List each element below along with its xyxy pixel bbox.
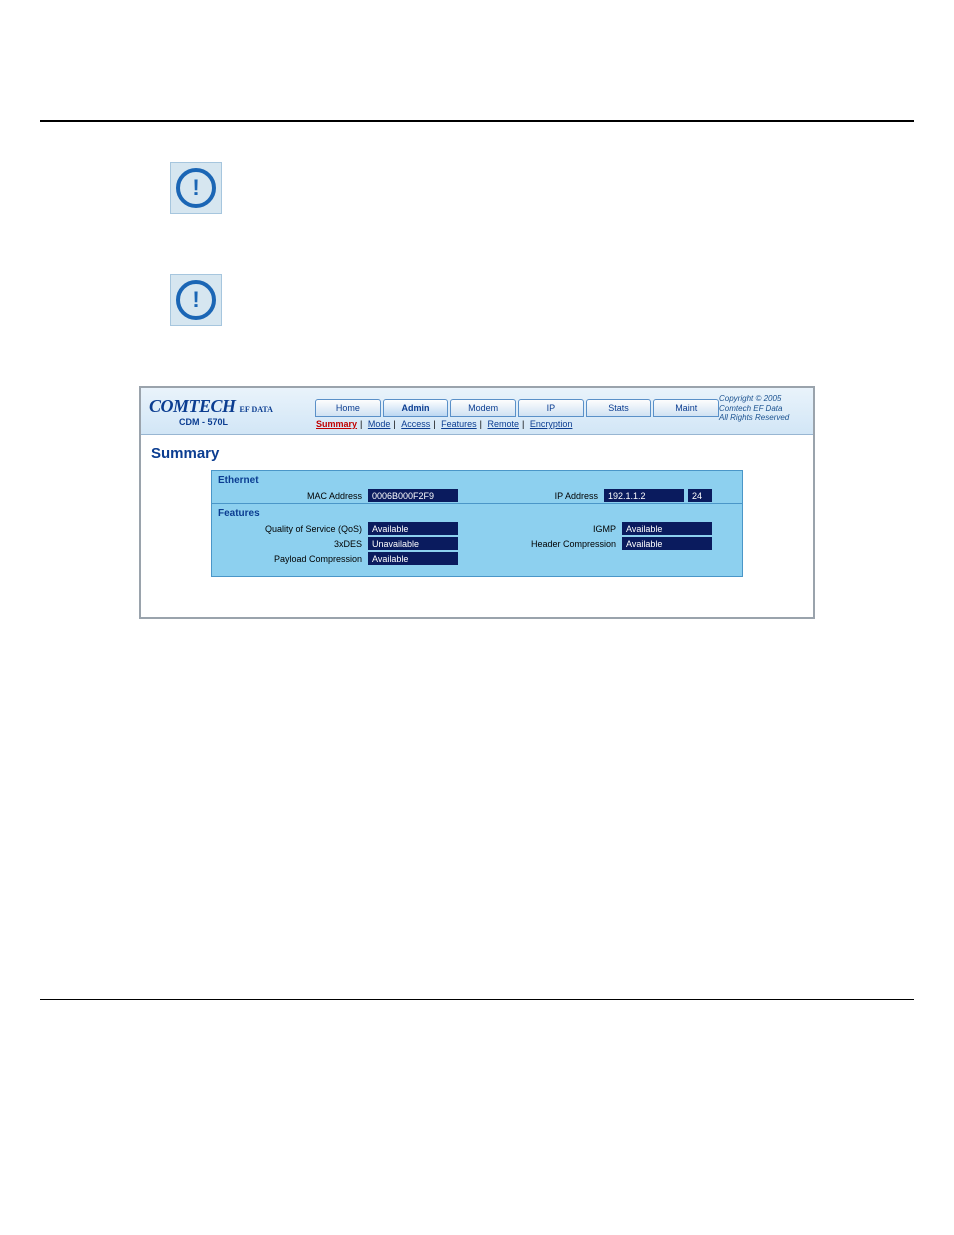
header-compression-value: Available: [622, 537, 712, 550]
main-tabs: Home Admin Modem IP Stats Maint: [309, 399, 719, 417]
subnav-summary[interactable]: Summary: [316, 419, 357, 429]
ip-mask-value: 24: [688, 489, 712, 502]
mac-address-label: MAC Address: [212, 491, 368, 501]
logo-subtext: EF DATA: [240, 405, 273, 414]
tab-modem[interactable]: Modem: [450, 399, 516, 417]
3xdes-label: 3xDES: [212, 539, 368, 549]
notice-1: !: [40, 162, 914, 214]
tab-stats[interactable]: Stats: [586, 399, 652, 417]
tab-home[interactable]: Home: [315, 399, 381, 417]
3xdes-value: Unavailable: [368, 537, 458, 550]
payload-compression-label: Payload Compression: [212, 554, 368, 564]
mac-address-value: 0006B000F2F9: [368, 489, 458, 502]
alert-icon: !: [170, 162, 222, 214]
tab-maint[interactable]: Maint: [653, 399, 719, 417]
logo-text: COMTECH EF DATA: [149, 396, 273, 417]
tab-ip[interactable]: IP: [518, 399, 584, 417]
header-compression-label: Header Compression: [506, 539, 622, 549]
logo-block: COMTECH EF DATA CDM - 570L: [141, 388, 309, 434]
alert-icon: !: [170, 274, 222, 326]
igmp-label: IGMP: [506, 524, 622, 534]
qos-label: Quality of Service (QoS): [212, 524, 368, 534]
summary-box: Ethernet MAC Address 0006B000F2F9 IP Add…: [211, 470, 743, 577]
bottom-rule: [40, 999, 914, 1000]
subnav-features[interactable]: Features: [441, 419, 477, 429]
ethernet-section-title: Ethernet: [212, 471, 742, 488]
ip-address-label: IP Address: [538, 491, 604, 501]
tab-admin[interactable]: Admin: [383, 399, 449, 417]
page-title: Summary: [151, 445, 803, 462]
igmp-value: Available: [622, 522, 712, 535]
qos-value: Available: [368, 522, 458, 535]
admin-summary-panel: COMTECH EF DATA CDM - 570L Home Admin Mo…: [139, 386, 815, 619]
top-rule: [40, 120, 914, 122]
subnav-access[interactable]: Access: [401, 419, 430, 429]
ip-address-value: 192.1.1.2: [604, 489, 684, 502]
subnav-remote[interactable]: Remote: [488, 419, 520, 429]
copyright-block: Copyright © 2005 Comtech EF Data All Rig…: [719, 388, 813, 434]
payload-compression-value: Available: [368, 552, 458, 565]
features-section-title: Features: [212, 503, 742, 521]
sub-nav: Summary| Mode| Access| Features| Remote|…: [309, 417, 719, 429]
subnav-mode[interactable]: Mode: [368, 419, 391, 429]
panel-header: COMTECH EF DATA CDM - 570L Home Admin Mo…: [141, 388, 813, 435]
notice-2: !: [40, 274, 914, 326]
subnav-encryption[interactable]: Encryption: [530, 419, 573, 429]
model-label: CDM - 570L: [179, 417, 228, 427]
